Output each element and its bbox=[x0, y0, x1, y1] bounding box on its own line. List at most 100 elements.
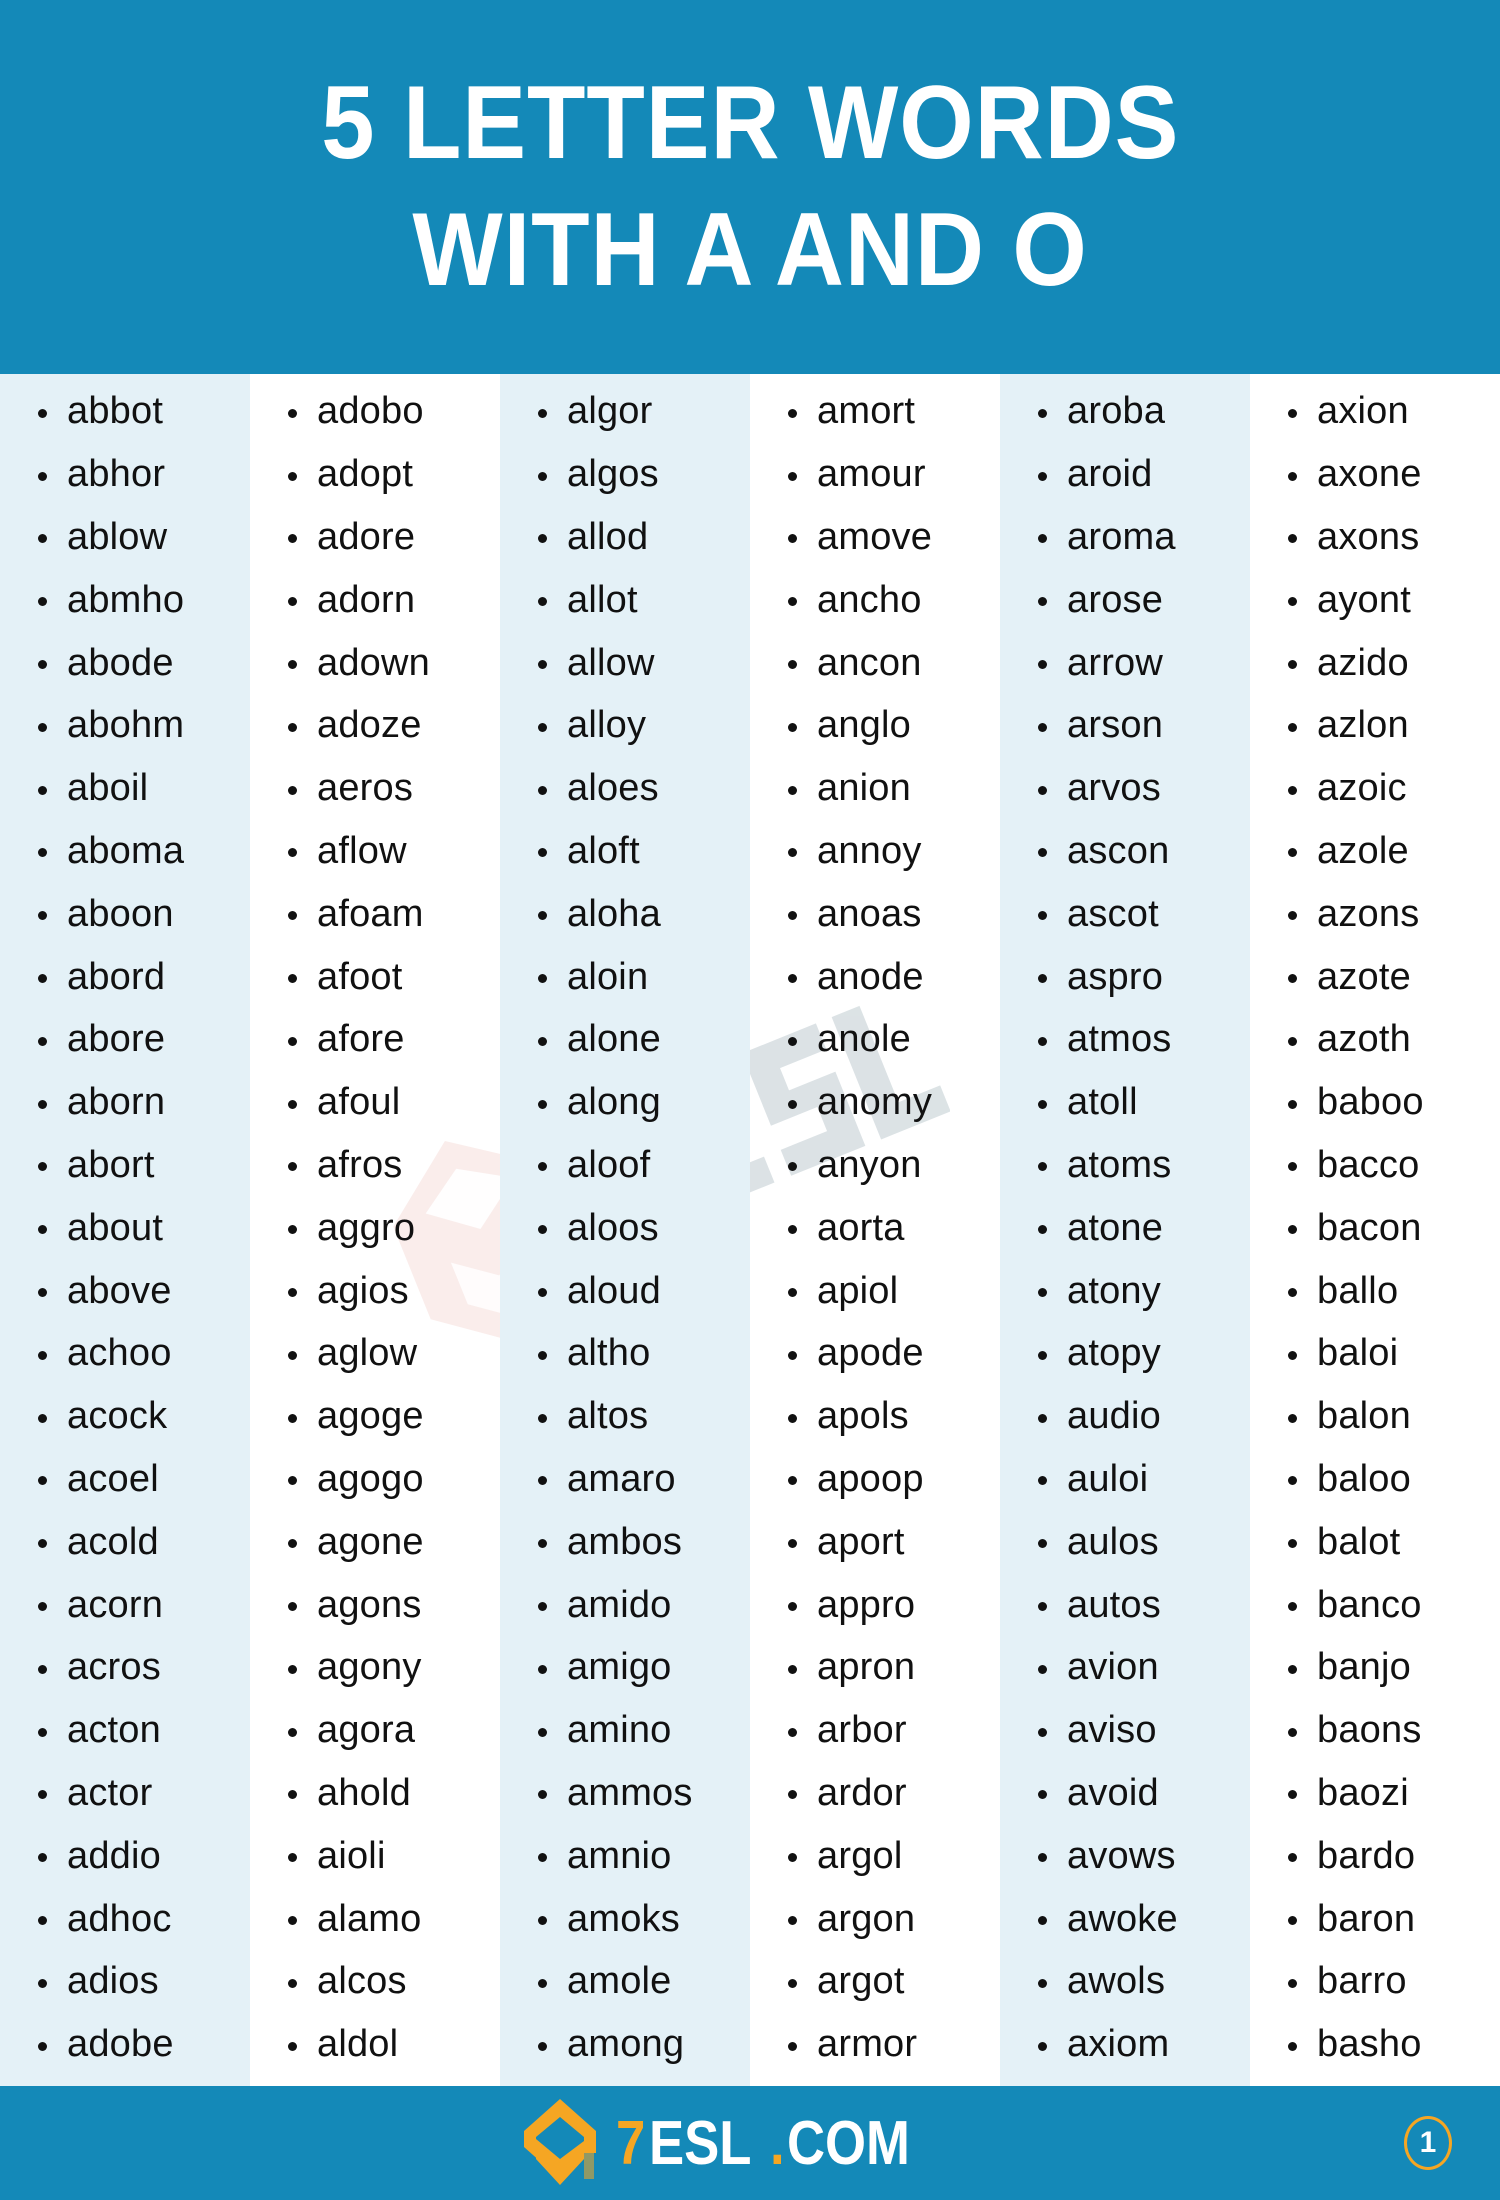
word-text: adobe bbox=[67, 2023, 174, 2066]
word-text: abhor bbox=[67, 453, 166, 496]
list-item: anglo bbox=[750, 694, 1000, 757]
list-item: ambos bbox=[500, 1510, 750, 1573]
bullet-icon bbox=[788, 471, 797, 481]
bullet-icon bbox=[1038, 1539, 1047, 1549]
bullet-icon bbox=[1288, 1225, 1297, 1235]
word-text: altos bbox=[567, 1395, 649, 1438]
list-item: baron bbox=[1250, 1887, 1500, 1950]
word-text: apoop bbox=[817, 1457, 924, 1500]
word-text: afros bbox=[317, 1143, 403, 1186]
word-text: acold bbox=[67, 1520, 159, 1563]
bullet-icon bbox=[288, 597, 297, 607]
bullet-icon bbox=[38, 1099, 47, 1109]
word-text: agony bbox=[317, 1646, 422, 1689]
bullet-icon bbox=[38, 1727, 47, 1737]
bullet-icon bbox=[288, 1978, 297, 1988]
bullet-icon bbox=[1288, 722, 1297, 732]
bullet-icon bbox=[788, 2041, 797, 2051]
bullet-icon bbox=[38, 785, 47, 795]
list-item: aroid bbox=[1000, 443, 1250, 506]
bullet-icon bbox=[538, 471, 547, 481]
list-item: avion bbox=[1000, 1636, 1250, 1699]
list-item: aorta bbox=[750, 1196, 1000, 1259]
bullet-icon bbox=[538, 974, 547, 984]
word-text: ancon bbox=[817, 641, 922, 684]
list-item: aroma bbox=[1000, 506, 1250, 569]
bullet-icon bbox=[1038, 1413, 1047, 1423]
list-item: amino bbox=[500, 1699, 750, 1762]
word-text: azoth bbox=[1317, 1018, 1411, 1061]
word-text: acock bbox=[67, 1395, 168, 1438]
list-item: adobe bbox=[0, 2013, 250, 2076]
site-logo[interactable]: 7 ESL . COM bbox=[522, 2097, 932, 2189]
word-text: amour bbox=[817, 453, 926, 496]
word-text: aloha bbox=[567, 892, 661, 935]
word-columns: abbot abhor ablow abmho abode abohm aboi… bbox=[0, 374, 1500, 2086]
list-item: azoic bbox=[1250, 757, 1500, 820]
bullet-icon bbox=[538, 1539, 547, 1549]
list-item: aboon bbox=[0, 882, 250, 945]
word-text: aviso bbox=[1067, 1709, 1157, 1752]
word-text: axons bbox=[1317, 515, 1420, 558]
list-item: annoy bbox=[750, 820, 1000, 883]
bullet-icon bbox=[1288, 597, 1297, 607]
word-text: abohm bbox=[67, 704, 185, 747]
word-text: arvos bbox=[1067, 767, 1161, 810]
list-item: arbor bbox=[750, 1699, 1000, 1762]
bullet-icon bbox=[538, 1036, 547, 1046]
bullet-icon bbox=[1288, 1727, 1297, 1737]
word-text: basho bbox=[1317, 2023, 1422, 2066]
word-text: ambos bbox=[567, 1520, 683, 1563]
bullet-icon bbox=[1038, 974, 1047, 984]
bullet-icon bbox=[538, 1602, 547, 1612]
bullet-icon bbox=[288, 471, 297, 481]
bullet-icon bbox=[538, 1288, 547, 1298]
list-item: awoke bbox=[1000, 1887, 1250, 1950]
list-item: bardo bbox=[1250, 1824, 1500, 1887]
word-column-2: adobo adopt adore adorn adown adoze aero… bbox=[250, 374, 500, 2086]
list-item: audio bbox=[1000, 1385, 1250, 1448]
list-item: atoms bbox=[1000, 1134, 1250, 1197]
bullet-icon bbox=[1038, 1162, 1047, 1172]
word-text: actor bbox=[67, 1771, 153, 1814]
list-item: aulos bbox=[1000, 1510, 1250, 1573]
word-text: apode bbox=[817, 1332, 924, 1375]
word-text: baons bbox=[1317, 1709, 1422, 1752]
bullet-icon bbox=[38, 911, 47, 921]
bullet-icon bbox=[38, 974, 47, 984]
bullet-icon bbox=[788, 660, 797, 670]
word-text: afoam bbox=[317, 892, 424, 935]
bullet-icon bbox=[288, 1288, 297, 1298]
bullet-icon bbox=[788, 408, 797, 418]
list-item: ascon bbox=[1000, 820, 1250, 883]
list-item: anoas bbox=[750, 882, 1000, 945]
word-text: addio bbox=[67, 1834, 161, 1877]
bullet-icon bbox=[288, 1350, 297, 1360]
bullet-icon bbox=[538, 911, 547, 921]
word-text: agios bbox=[317, 1269, 409, 1312]
list-item: ancho bbox=[750, 568, 1000, 631]
word-text: aloud bbox=[567, 1269, 661, 1312]
word-text: autos bbox=[1067, 1583, 1161, 1626]
word-text: atopy bbox=[1067, 1332, 1161, 1375]
word-text: agoge bbox=[317, 1395, 424, 1438]
list-item: altos bbox=[500, 1385, 750, 1448]
word-text: adhoc bbox=[67, 1897, 172, 1940]
bullet-icon bbox=[788, 1476, 797, 1486]
bullet-icon bbox=[1288, 1162, 1297, 1172]
word-column-3: algor algos allod allot allow alloy aloe… bbox=[500, 374, 750, 2086]
bullet-icon bbox=[788, 1099, 797, 1109]
list-item: argot bbox=[750, 1950, 1000, 2013]
list-item: ascot bbox=[1000, 882, 1250, 945]
word-text: aioli bbox=[317, 1834, 386, 1877]
list-item: agoge bbox=[250, 1385, 500, 1448]
list-item: aroba bbox=[1000, 380, 1250, 443]
list-item: abhor bbox=[0, 443, 250, 506]
list-item: armor bbox=[750, 2013, 1000, 2076]
bullet-icon bbox=[788, 1853, 797, 1863]
bullet-icon bbox=[788, 1288, 797, 1298]
list-item: altho bbox=[500, 1322, 750, 1385]
logo-seven: 7 bbox=[616, 2108, 645, 2178]
bullet-icon bbox=[1288, 660, 1297, 670]
bullet-icon bbox=[288, 1602, 297, 1612]
